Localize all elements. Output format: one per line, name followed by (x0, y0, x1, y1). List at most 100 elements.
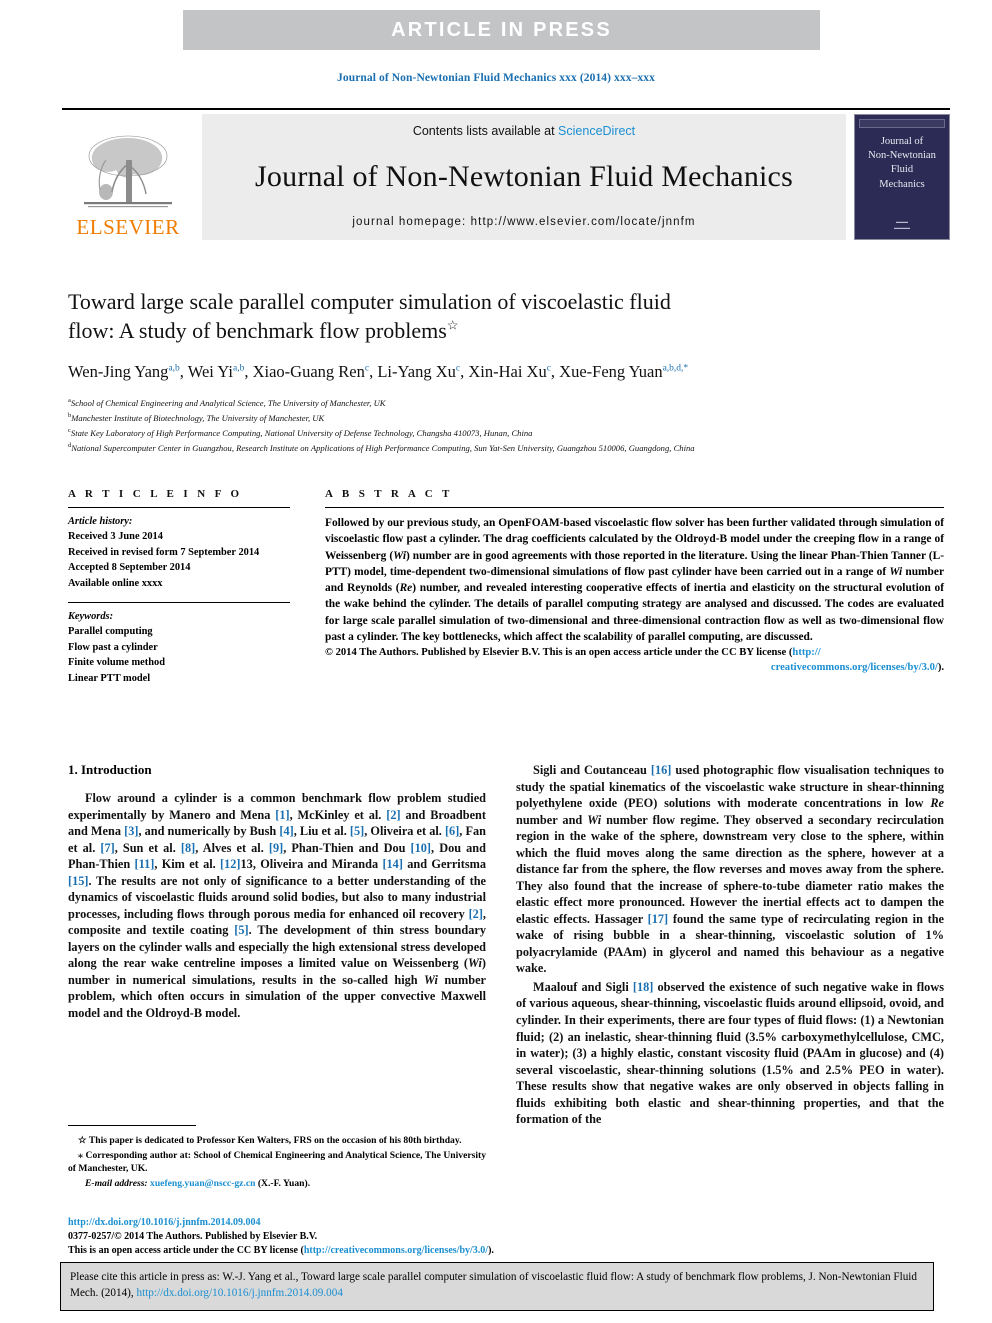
journal-homepage-link[interactable]: journal homepage: http://www.elsevier.co… (352, 216, 695, 228)
affiliation-item: cState Key Laboratory of High Performanc… (68, 426, 944, 441)
email-link[interactable]: xuefeng.yuan@nscc-gz.cn (150, 1178, 255, 1189)
footnote-text: This paper is dedicated to Professor Ken… (88, 1135, 462, 1146)
author-list: Wen-Jing Yanga,b, Wei Yia,b, Xiao-Guang … (68, 362, 689, 382)
body-column-left: 1. Introduction Flow around a cylinder i… (68, 762, 486, 1023)
text-run: . The results are not only of significan… (68, 873, 486, 921)
title-line-1: Toward large scale parallel computer sim… (68, 289, 671, 314)
author-name: Wei Yi (187, 362, 233, 382)
text-run: and Gerritsma (402, 857, 487, 872)
sciencedirect-link[interactable]: ScienceDirect (558, 124, 635, 138)
elsevier-wordmark: ELSEVIER (76, 215, 180, 239)
text-run: 13, Oliveira and Miranda (240, 857, 383, 872)
citation-ref[interactable]: [2] (469, 907, 483, 921)
elsevier-tree-icon (84, 135, 172, 208)
license-link[interactable]: http://creativecommons.org/licenses/by/3… (304, 1245, 488, 1256)
keyword-item: Parallel computing (68, 626, 153, 638)
author-affil-mark: a,b (168, 363, 180, 374)
citation-ref[interactable]: [15] (68, 874, 89, 888)
page-title: Toward large scale parallel computer sim… (68, 288, 944, 345)
citation-ref[interactable]: [10] (411, 841, 432, 855)
article-in-press-label: ARTICLE IN PRESS (391, 18, 612, 41)
symbol-wi: Wi (467, 956, 482, 971)
citation-ref[interactable]: [11] (135, 857, 155, 871)
symbol-re: Re (399, 582, 413, 595)
cover-title-line-1: Journal of (880, 136, 924, 147)
contents-available-line: Contents lists available at ScienceDirec… (413, 124, 635, 138)
citation-ref[interactable]: [8] (181, 841, 195, 855)
symbol-wi: Wi (889, 565, 903, 578)
abstract-part: ) number are in good agreements with tho… (325, 549, 944, 578)
author-affil-mark: a,b,d,* (662, 363, 689, 374)
text-run: , Alves et al. (195, 840, 269, 855)
footnote-email: E-mail address: xuefeng.yuan@nscc-gz.cn … (68, 1177, 486, 1191)
text-run: , McKinley et al. (289, 807, 387, 822)
text-run: observed the existence of such negative … (516, 979, 944, 1127)
author-affil-mark: c (364, 363, 370, 374)
doi-line: http://dx.doi.org/10.1016/j.jnnfm.2014.0… (68, 1216, 498, 1230)
citation-ref[interactable]: [17] (648, 912, 669, 926)
cover-title-line-3: Fluid (890, 164, 914, 176)
symbol-wi: Wi (393, 549, 407, 562)
abstract-part: ) number, and revealed interesting coope… (325, 582, 945, 644)
affiliation-text: School of Chemical Engineering and Analy… (70, 398, 386, 409)
affiliation-item: bManchester Institute of Biotechnology, … (68, 411, 944, 426)
citation-ref[interactable]: [5] (234, 923, 248, 937)
citation-ref[interactable]: [7] (100, 841, 114, 855)
keyword-item: Flow past a cylinder (68, 641, 158, 653)
cc-license-link-part2[interactable]: creativecommons.org/licenses/by/3.0/ (771, 662, 938, 673)
journal-header-box: Contents lists available at ScienceDirec… (202, 114, 846, 240)
copyright-text: © 2014 The Authors. Published by Elsevie… (325, 647, 793, 659)
citation-ref[interactable]: [12] (220, 857, 241, 871)
email-label: E-mail address: (85, 1177, 148, 1189)
doi-link[interactable]: http://dx.doi.org/10.1016/j.jnnfm.2014.0… (68, 1217, 261, 1228)
history-item: Received 3 June 2014 (68, 531, 163, 543)
author-affil-mark: c (455, 363, 461, 374)
text-run: Sigli and Coutanceau (533, 763, 651, 777)
text-run: number and (516, 812, 588, 827)
email-owner: (X.-F. Yuan). (257, 1177, 311, 1189)
article-info-heading: A R T I C L E I N F O (68, 488, 243, 500)
license-suffix: ). (488, 1245, 494, 1257)
intro-paragraph-1: Flow around a cylinder is a common bench… (68, 790, 486, 1021)
cite-doi-link[interactable]: http://dx.doi.org/10.1016/j.jnnfm.2014.0… (137, 1287, 343, 1299)
cc-license-link-part1[interactable]: http:// (792, 647, 820, 658)
article-history-group: Article history: Received 3 June 2014 Re… (68, 508, 290, 591)
abstract-copyright: © 2014 The Authors. Published by Elsevie… (325, 646, 944, 676)
footnote-star-icon: ☆ (78, 1135, 87, 1146)
journal-cover-thumbnail: Journal of Non-Newtonian Fluid Mechanics… (854, 114, 950, 240)
footnote-text: Corresponding author at: School of Chemi… (68, 1149, 486, 1175)
cover-title-line-4: Mechanics (879, 178, 925, 190)
citation-ref[interactable]: [2] (386, 808, 400, 822)
citation-ref[interactable]: [6] (445, 824, 459, 838)
citation-ref[interactable]: [18] (633, 980, 654, 994)
article-history-label: Article history: (68, 516, 133, 527)
author-name: Li-Yang Xu (377, 362, 456, 382)
citation-ref[interactable]: [16] (651, 763, 672, 777)
citation-ref[interactable]: [5] (350, 824, 364, 838)
citation-ref[interactable]: [14] (382, 857, 403, 871)
symbol-re: Re (930, 796, 944, 811)
text-run: number flow regime. They observed a seco… (516, 812, 945, 926)
abstract-heading: A B S T R A C T (325, 488, 453, 500)
contents-prefix: Contents lists available at (412, 124, 559, 138)
history-item: Available online xxxx (68, 577, 163, 589)
citation-ref[interactable]: [9] (269, 841, 283, 855)
text-run: , and numerically by Bush (138, 824, 280, 839)
citation-ref[interactable]: [1] (275, 808, 289, 822)
cover-title-line-2: Non-Newtonian (868, 150, 936, 162)
citation-ref[interactable]: [4] (279, 824, 293, 838)
imprint-block: http://dx.doi.org/10.1016/j.jnnfm.2014.0… (68, 1216, 498, 1259)
title-dagger-icon: ☆ (446, 317, 459, 333)
affiliation-text: Manchester Institute of Biotechnology, T… (71, 412, 325, 423)
author-name: Xiao-Guang Ren (252, 362, 365, 382)
footnote-dedication: ☆ This paper is dedicated to Professor K… (68, 1134, 486, 1148)
citation-ref[interactable]: [3] (124, 824, 138, 838)
journal-title: Journal of Non-Newtonian Fluid Mechanics (255, 160, 793, 193)
cover-title: Journal of Non-Newtonian Fluid Mechanics (868, 135, 936, 192)
footnote-block: ☆ This paper is dedicated to Professor K… (68, 1125, 486, 1191)
text-run: , Sun et al. (114, 840, 181, 855)
footnote-corresponding-author: ⁎ Corresponding author at: School of Che… (68, 1149, 486, 1176)
section-heading-introduction: 1. Introduction (68, 762, 152, 777)
text-run: , Kim et al. (154, 857, 221, 872)
article-in-press-banner: ARTICLE IN PRESS (183, 10, 820, 50)
